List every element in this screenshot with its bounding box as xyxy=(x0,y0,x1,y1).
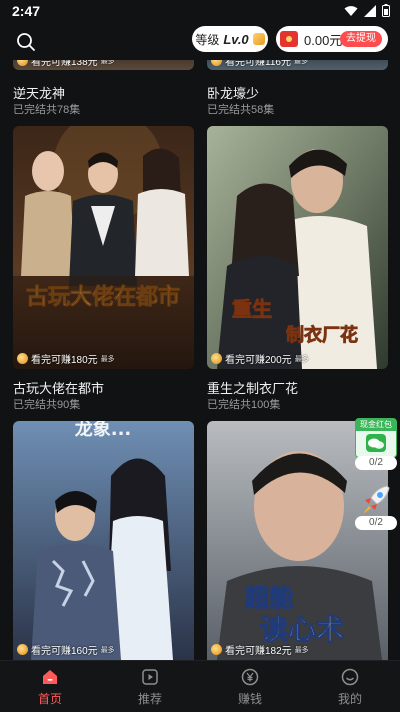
drama-poster[interactable]: 重生 制衣厂花 看完可赚200元 最多 xyxy=(207,126,388,369)
drama-episodes: 已完结共100集 xyxy=(207,399,281,411)
level-label: 等级 xyxy=(195,32,220,47)
drama-title[interactable]: 逆天龙神 xyxy=(13,83,65,102)
rocket-widget[interactable]: 0/2 xyxy=(355,482,397,530)
poster-image: 重生 制衣厂花 xyxy=(207,126,388,369)
nav-earn[interactable]: 赚钱 xyxy=(200,661,300,712)
drama-episodes: 已完结共90集 xyxy=(13,399,81,411)
play-icon xyxy=(142,669,158,685)
drama-poster[interactable]: 古玩大佬在都市 看完可赚180元 最多 xyxy=(13,126,194,369)
coin-icon xyxy=(17,353,28,364)
home-icon xyxy=(43,670,57,684)
red-envelope-icon xyxy=(280,31,298,47)
battery-icon xyxy=(382,4,390,17)
earn-more-text: 最多 xyxy=(100,646,115,654)
drama-title[interactable]: 重生之制衣厂花 xyxy=(207,378,298,397)
drama-title[interactable]: 古玩大佬在都市 xyxy=(13,378,104,397)
earn-tag: 看完可赚180元 最多 xyxy=(17,351,115,366)
earn-tag: 看完可赚200元 最多 xyxy=(211,351,309,366)
poster-image: 龙象... xyxy=(13,421,194,660)
earn-more-text: 最多 xyxy=(100,355,115,363)
nav-profile[interactable]: 我的 xyxy=(300,661,400,712)
search-button[interactable] xyxy=(14,30,38,54)
wechat-icon xyxy=(366,434,386,452)
wifi-icon xyxy=(344,5,358,16)
balance-pill[interactable]: 0.00元 去提现 xyxy=(276,26,388,52)
nav-recommend[interactable]: 推荐 xyxy=(100,661,200,712)
nav-earn-label: 赚钱 xyxy=(237,692,262,706)
earn-text: 看完可赚160元 xyxy=(31,646,98,657)
bottom-nav: 首页 推荐 赚钱 我的 xyxy=(0,660,400,712)
drama-title[interactable]: 卧龙壕少 xyxy=(207,83,259,102)
poster-title-text-2: 制衣厂花 xyxy=(286,324,358,346)
cash-redpack-card: 现金红包 xyxy=(355,418,397,458)
status-time: 2:47 xyxy=(12,3,41,19)
rocket-count: 0/2 xyxy=(355,516,397,530)
signal-icon xyxy=(364,4,376,17)
earn-text: 看完可赚182元 xyxy=(225,646,292,657)
nav-home-label: 首页 xyxy=(37,692,62,706)
earn-more-text: 最多 xyxy=(294,646,309,654)
nav-home[interactable]: 首页 xyxy=(0,661,100,712)
drama-episodes: 已完结共58集 xyxy=(207,104,275,116)
status-bar: 2:47 xyxy=(0,0,400,22)
balance-amount: 0.00元 xyxy=(304,32,343,48)
poster-image: 古玩大佬在都市 xyxy=(13,126,194,369)
earn-text: 看完可赚200元 xyxy=(225,355,292,366)
drama-episodes: 已完结共78集 xyxy=(13,104,81,116)
rocket-icon xyxy=(363,485,390,514)
level-value: Lv.0 xyxy=(223,31,249,47)
coin-icon xyxy=(17,644,28,655)
cash-redpack-label: 现金红包 xyxy=(356,419,396,431)
drama-poster[interactable]: 龙象... 看完可赚160元 最多 xyxy=(13,421,194,660)
cash-redpack-widget[interactable]: 现金红包 0/2 xyxy=(355,418,397,470)
earn-tag: 看完可赚160元 最多 xyxy=(17,642,115,657)
coin-icon xyxy=(211,644,222,655)
yuan-icon xyxy=(241,668,259,686)
poster-title-text-1: 超能 xyxy=(245,584,293,612)
poster-title-text-1: 重生 xyxy=(232,297,272,321)
nav-profile-label: 我的 xyxy=(337,692,362,706)
nav-recommend-label: 推荐 xyxy=(137,692,162,706)
drama-feed[interactable]: 看完可赚138元 最多 逆天龙神 已完结共78集 看完可赚116元 最多 卧龙壕… xyxy=(0,56,400,660)
poster-title-text: 古玩大佬在都市 xyxy=(26,284,180,310)
withdraw-button[interactable]: 去提现 xyxy=(340,31,382,47)
top-bar: 等级 Lv.0 0.00元 去提现 xyxy=(0,22,400,60)
poster-title-text: 龙象... xyxy=(75,421,132,440)
smile-icon xyxy=(341,668,359,686)
status-icons xyxy=(344,4,390,17)
earn-tag: 看完可赚182元 最多 xyxy=(211,642,309,657)
level-pill[interactable]: 等级 Lv.0 xyxy=(192,26,268,52)
search-icon xyxy=(17,33,35,51)
coin-icon xyxy=(211,353,222,364)
level-badge-icon xyxy=(252,33,265,45)
cash-redpack-count: 0/2 xyxy=(355,456,397,470)
earn-text: 看完可赚180元 xyxy=(31,355,98,366)
earn-more-text: 最多 xyxy=(294,355,309,363)
